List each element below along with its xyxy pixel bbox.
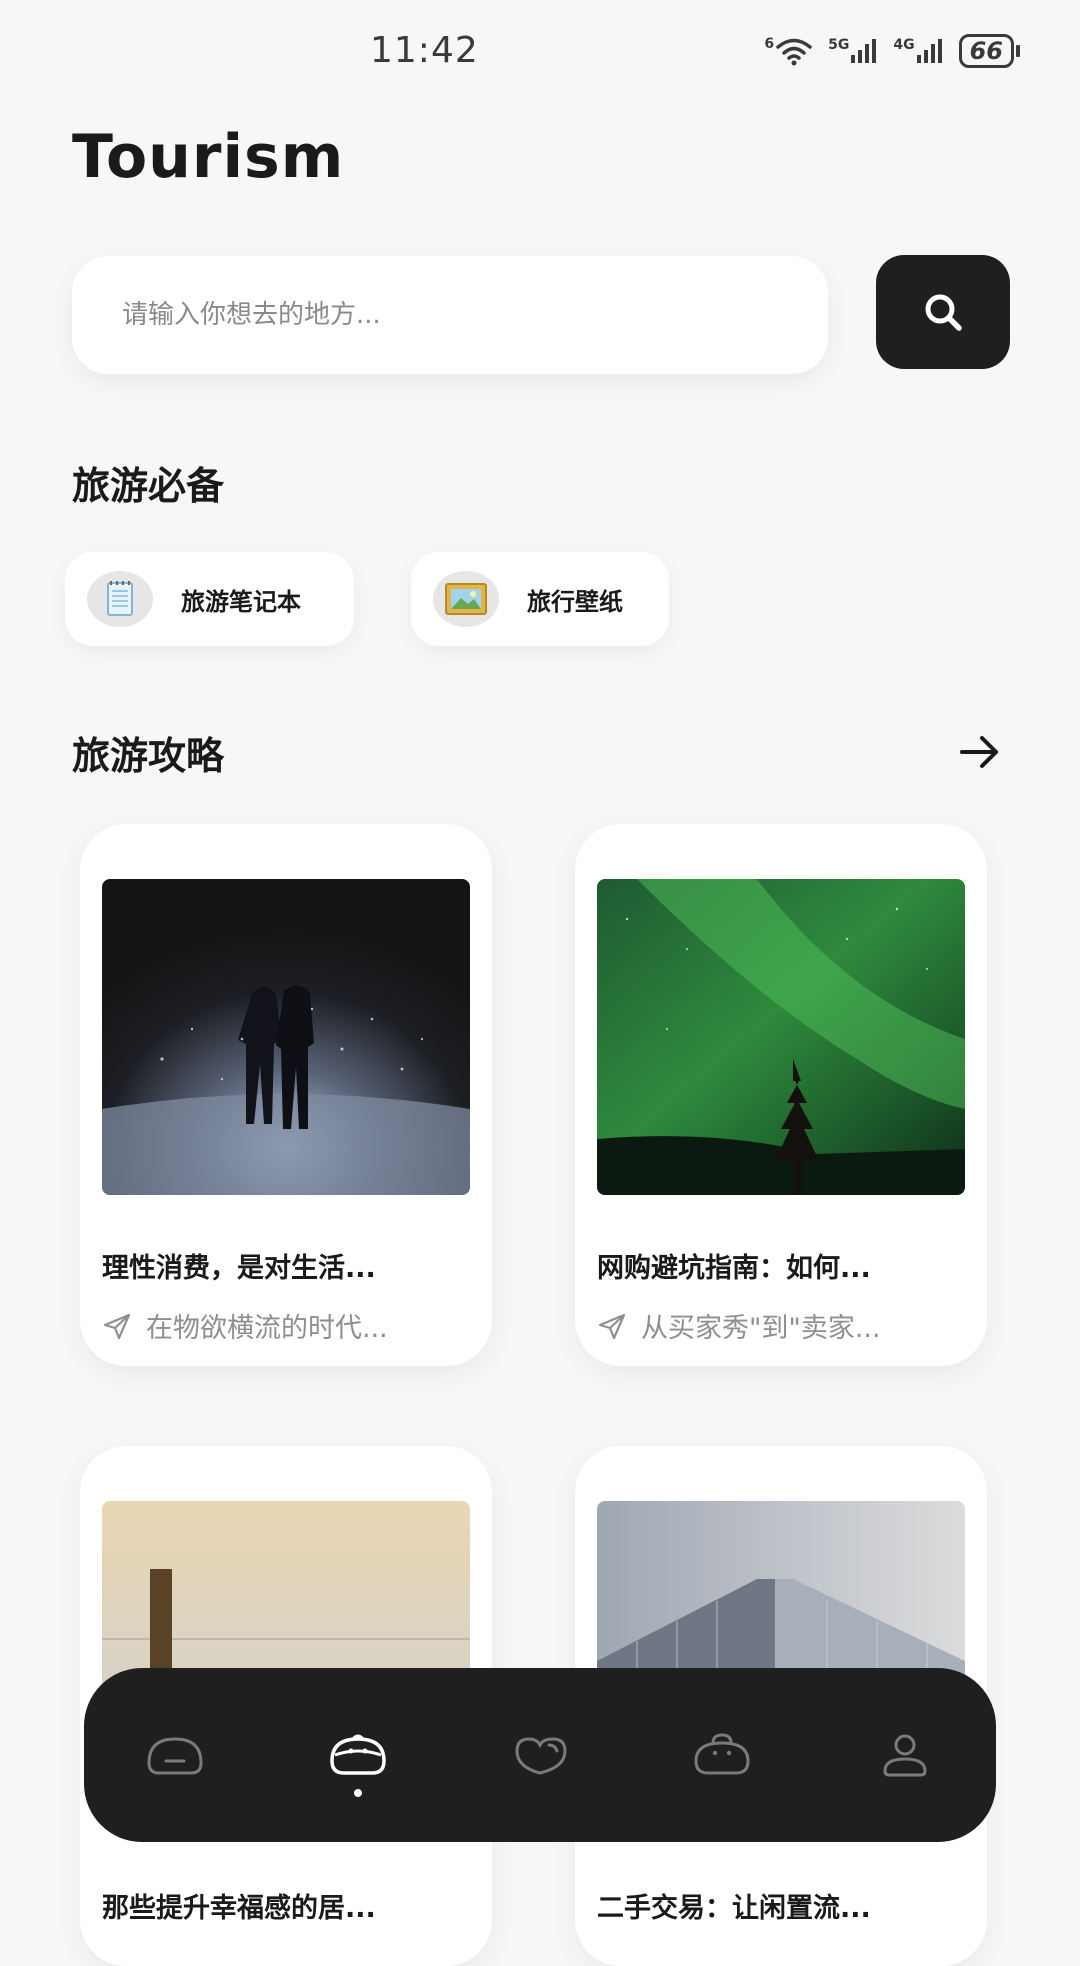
arrow-right-icon xyxy=(960,736,998,768)
couple-in-snow-photo xyxy=(102,879,470,1195)
chip-label: 旅行壁纸 xyxy=(527,587,623,616)
card-subtitle: 从买家秀"到"卖家... xyxy=(597,1306,881,1345)
guide-card[interactable]: 网购避坑指南：如何... 从买家秀"到"卖家... xyxy=(575,824,987,1366)
bottom-tab-bar xyxy=(84,1668,996,1842)
chip-notebook[interactable]: 旅游笔记本 xyxy=(65,552,354,646)
see-more-button[interactable] xyxy=(955,728,1005,776)
card-title: 网购避坑指南：如何... xyxy=(597,1253,871,1284)
signal-icon: 5G xyxy=(828,37,879,65)
card-title: 二手交易：让闲置流... xyxy=(597,1893,871,1924)
battery-level: 66 xyxy=(958,34,1014,68)
page-title: Tourism xyxy=(72,122,345,192)
chip-label: 旅游笔记本 xyxy=(181,587,301,616)
home-icon xyxy=(147,1737,203,1775)
search-button[interactable] xyxy=(876,255,1010,369)
status-time: 11:42 xyxy=(370,30,479,71)
card-subtitle-text: 在物欲横流的时代... xyxy=(146,1313,388,1344)
wifi-label: 6 xyxy=(764,36,775,52)
wifi-icon: 6 xyxy=(764,36,814,66)
notebook-icon xyxy=(87,571,153,627)
guide-card[interactable]: 理性消费，是对生活... 在物欲横流的时代... xyxy=(80,824,492,1366)
bag-icon xyxy=(694,1733,750,1775)
tab-face[interactable] xyxy=(308,1705,408,1805)
send-icon xyxy=(598,1313,626,1339)
card-subtitle: 在物欲横流的时代... xyxy=(102,1306,388,1345)
send-icon xyxy=(103,1313,131,1339)
status-bar: 11:42 6 5G 4G 66 xyxy=(0,0,1080,110)
search-box[interactable] xyxy=(72,256,828,374)
search-input[interactable] xyxy=(120,299,764,331)
card-title: 理性消费，是对生活... xyxy=(102,1253,376,1284)
tab-heart[interactable] xyxy=(490,1705,590,1805)
battery-icon: 66 xyxy=(958,34,1020,68)
framed-picture-icon xyxy=(433,571,499,627)
chip-wallpaper[interactable]: 旅行壁纸 xyxy=(411,552,669,646)
essentials-title: 旅游必备 xyxy=(72,464,225,508)
tab-profile[interactable] xyxy=(855,1705,955,1805)
card-title: 那些提升幸福感的居... xyxy=(102,1893,376,1924)
heart-icon xyxy=(515,1737,567,1775)
signal-2-label: 4G xyxy=(893,37,915,53)
search-icon xyxy=(925,294,962,331)
active-indicator xyxy=(353,1789,362,1797)
tab-home[interactable] xyxy=(125,1705,225,1805)
face-icon xyxy=(329,1734,386,1775)
aurora-night-photo xyxy=(597,879,965,1195)
guides-title: 旅游攻略 xyxy=(72,734,225,778)
tab-bag[interactable] xyxy=(672,1705,772,1805)
card-subtitle-text: 从买家秀"到"卖家... xyxy=(641,1313,881,1344)
signal-icon: 4G xyxy=(893,37,944,65)
signal-1-label: 5G xyxy=(828,37,850,53)
user-icon xyxy=(883,1734,927,1777)
status-icons: 6 5G 4G 66 xyxy=(764,34,1020,68)
